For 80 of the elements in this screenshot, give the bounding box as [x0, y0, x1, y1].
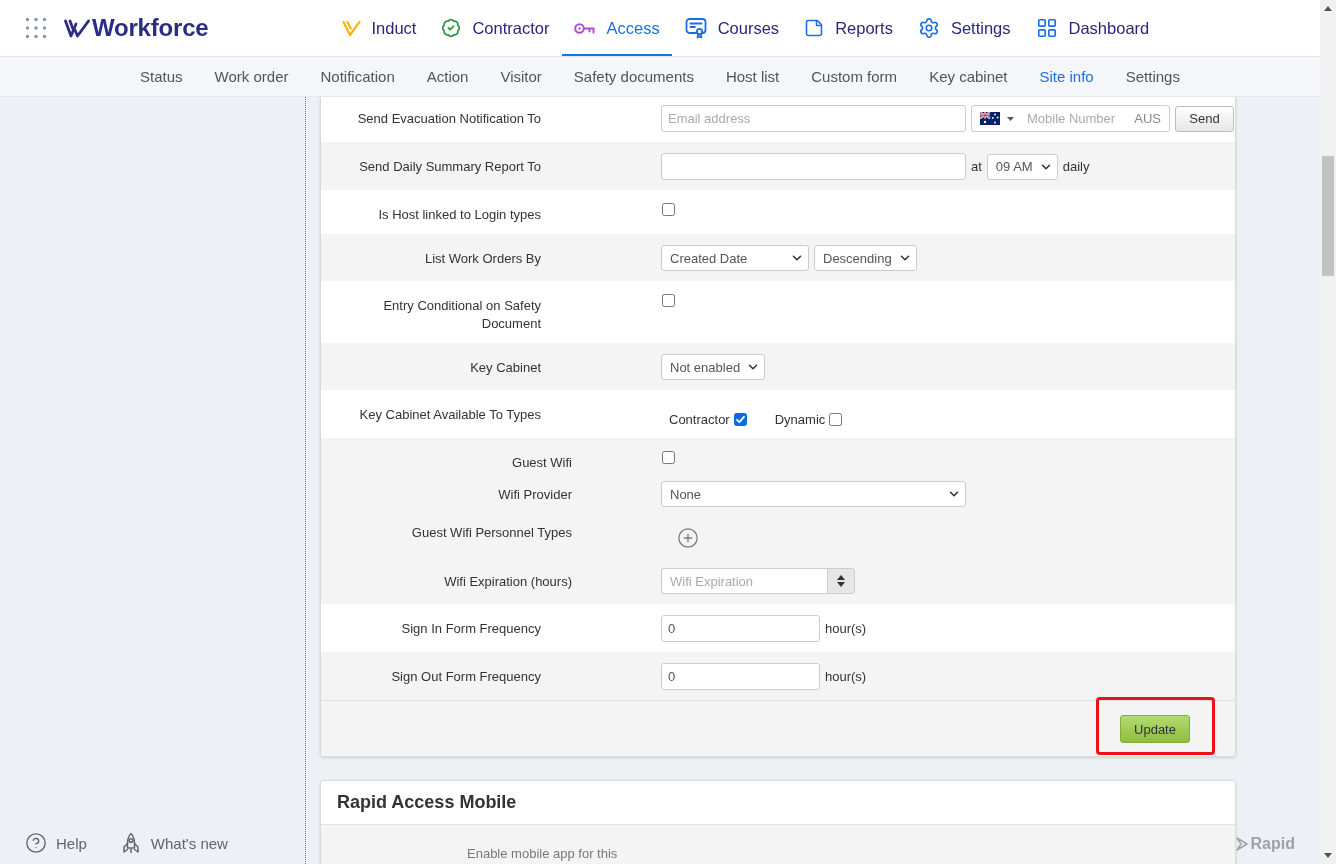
field-label: Key Cabinet [470, 359, 541, 377]
sub-nav-tab[interactable]: Status [140, 68, 183, 85]
scrollbar-thumb[interactable] [1322, 156, 1334, 276]
sub-nav-tab[interactable]: Settings [1125, 68, 1180, 85]
field-label: Sign In Form Frequency [401, 620, 541, 638]
sub-nav-tab[interactable]: Safety documents [573, 68, 694, 85]
flag-icon [980, 112, 1000, 125]
checkbox[interactable] [829, 412, 843, 426]
field-label: Entry Conditional on Safety Document [382, 297, 541, 333]
nav-tab[interactable]: Dashboard [1023, 0, 1162, 56]
dropdown-select[interactable]: Not enabled [661, 354, 766, 380]
sub-nav-tab[interactable]: Visitor [500, 68, 542, 85]
dropdown-select[interactable]: None [661, 481, 966, 507]
card-title: Rapid Access Mobile [337, 792, 518, 813]
dropdown-select[interactable]: Descending [814, 245, 917, 271]
badge-check-icon [441, 18, 462, 38]
text-input[interactable] [661, 153, 966, 180]
help-icon [25, 832, 47, 854]
setting-label: Enable mobile app for this [467, 846, 618, 861]
field-label: Guest Wifi Personnel Types [411, 524, 572, 542]
sub-nav-tab[interactable]: Action [426, 68, 469, 85]
nav-tab[interactable]: Contractor [428, 0, 562, 56]
phone-field[interactable]: Mobile Number AUS [971, 105, 1170, 132]
field-label: Wifi Expiration (hours) [444, 573, 572, 591]
nav-tab[interactable]: Reports [791, 0, 906, 56]
unit-label: hour(s) [825, 621, 867, 636]
brand-name: Rapid [1250, 835, 1295, 853]
nav-tab[interactable]: Courses [672, 0, 792, 56]
dropdown-select[interactable]: Created Date [661, 245, 809, 271]
field-label: List Work Orders By [424, 250, 541, 268]
send-button[interactable]: Send [1175, 105, 1234, 132]
checkbox[interactable] [733, 412, 747, 426]
logo-icon [64, 18, 90, 38]
text-input[interactable]: 0 [661, 615, 820, 642]
field-label: Sign Out Form Frequency [391, 668, 541, 686]
document-icon [804, 18, 825, 38]
inline-text: at [971, 159, 982, 174]
number-input[interactable]: Wifi Expiration [661, 568, 827, 594]
mobile-number-input[interactable]: Mobile Number [1027, 111, 1131, 126]
checkbox[interactable] [662, 451, 675, 464]
option-label: Dynamic [774, 411, 826, 427]
add-circle-icon[interactable] [677, 527, 699, 549]
scroll-up-arrow-icon[interactable] [1324, 6, 1332, 11]
field-label: Guest Wifi [512, 454, 572, 472]
footer-link[interactable]: What's new [119, 832, 228, 854]
caret-icon [1007, 116, 1014, 121]
dots-grid-icon[interactable] [25, 17, 47, 39]
field-label: Is Host linked to Login types [378, 206, 541, 224]
unit-label: hour(s) [825, 669, 867, 684]
scroll-down-arrow-icon[interactable] [1324, 853, 1332, 858]
field-label: Key Cabinet Available To Types [359, 406, 541, 424]
double-chevron-icon [341, 19, 361, 37]
option-label: Contractor [669, 411, 730, 427]
nav-tab[interactable]: Induct [329, 0, 429, 56]
sub-nav-tab[interactable]: Notification [320, 68, 395, 85]
footer-link[interactable]: Help [25, 832, 87, 854]
sub-nav-tab[interactable]: Host list [725, 68, 780, 85]
sub-nav-tab[interactable]: Key cabinet [929, 68, 1008, 85]
sub-nav-tab[interactable]: Custom form [811, 68, 898, 85]
settings-icon [917, 17, 940, 39]
sub-nav-tab[interactable]: Site info [1039, 68, 1094, 85]
arrowhead-logo-icon [1235, 837, 1248, 851]
up-down-arrows-icon [837, 574, 845, 588]
inline-text: daily [1062, 159, 1090, 174]
key-icon [574, 21, 596, 35]
field-label: Send Daily Summary Report To [359, 158, 541, 176]
logo-text: Workforce [92, 14, 209, 42]
certificate-icon [684, 17, 707, 39]
checkbox[interactable] [662, 294, 675, 307]
dropdown-select[interactable]: 09 AM [986, 153, 1058, 180]
text-input[interactable]: 0 [661, 663, 820, 690]
nav-tab[interactable]: Settings [905, 0, 1024, 56]
checkbox[interactable] [662, 203, 675, 216]
update-button[interactable]: Update [1120, 715, 1190, 743]
email-input[interactable]: Email address [661, 105, 966, 132]
field-label: Wifi Provider [498, 486, 572, 504]
sub-nav-tab[interactable]: Work order [214, 68, 289, 85]
grid-icon [1035, 17, 1058, 39]
spinner-button[interactable] [827, 568, 855, 594]
field-label: Send Evacuation Notification To [357, 110, 541, 128]
